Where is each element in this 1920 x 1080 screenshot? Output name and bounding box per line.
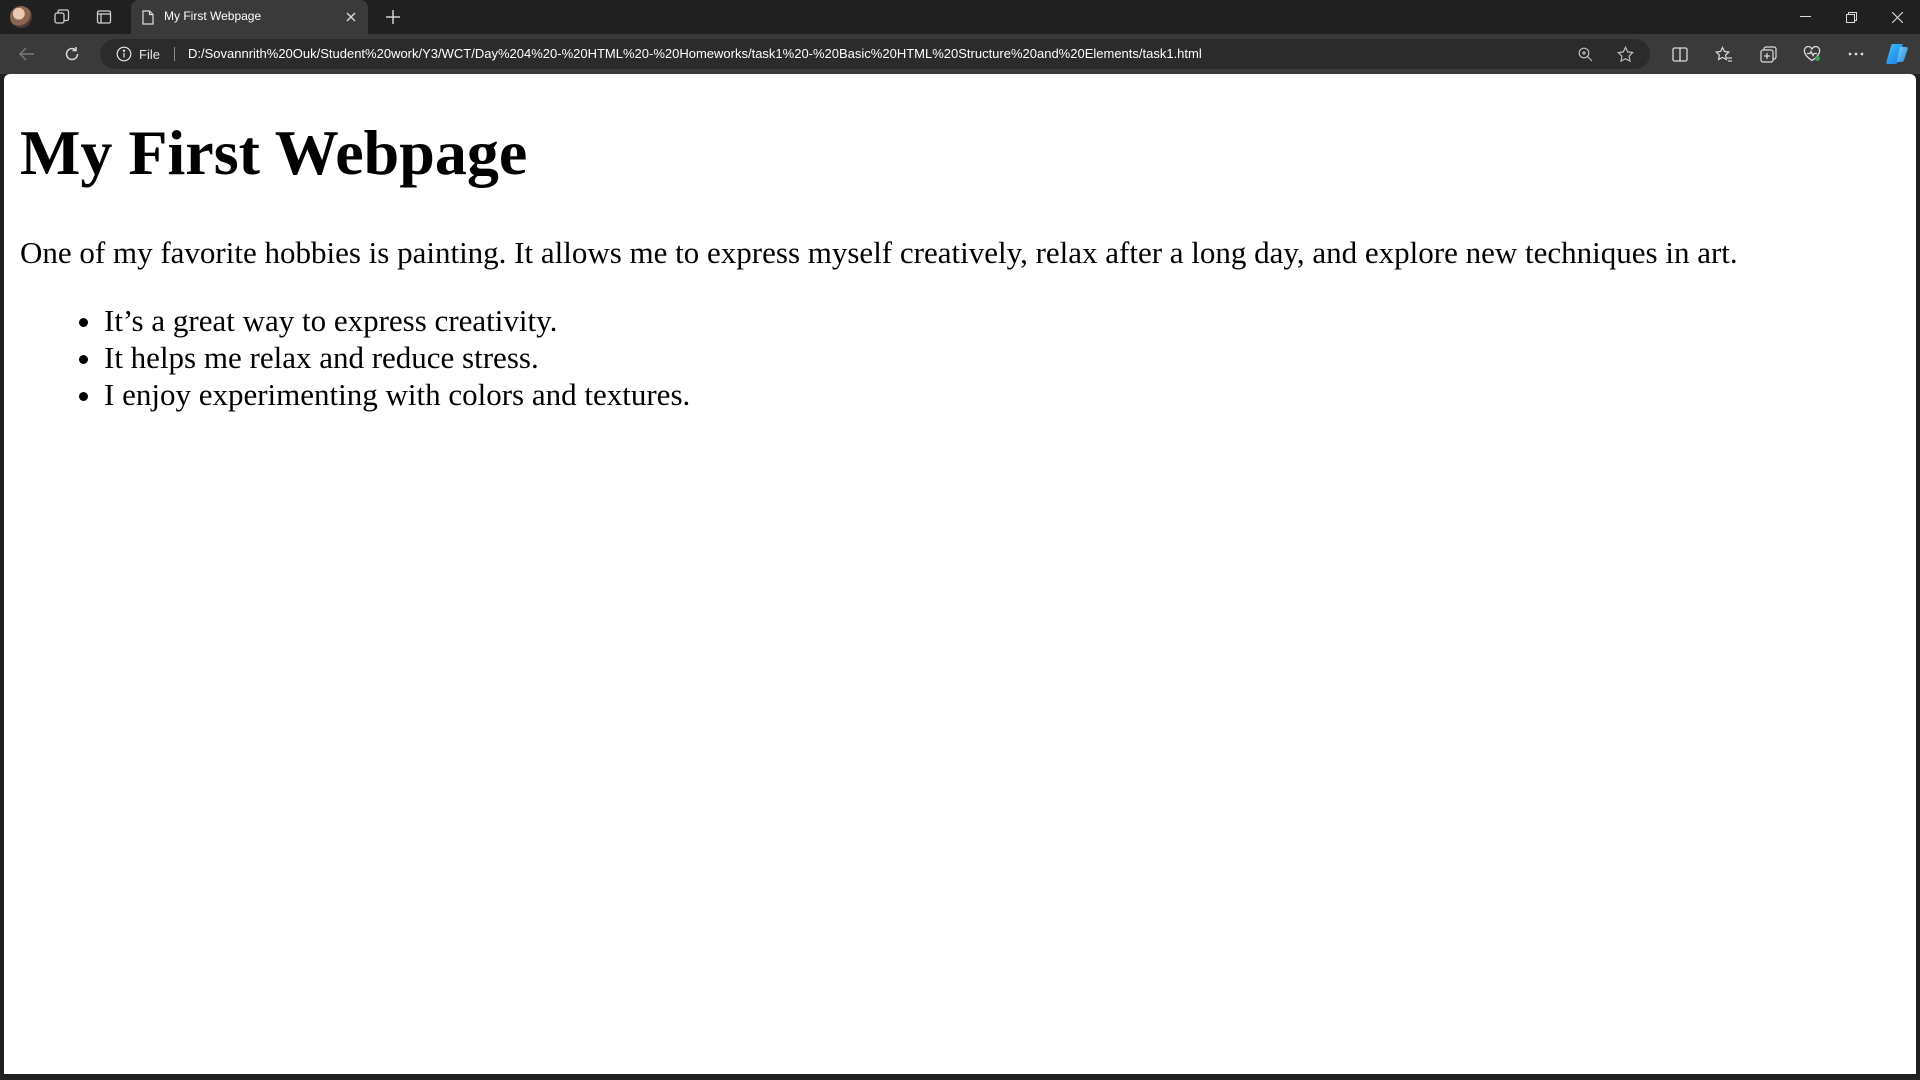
address-separator <box>174 47 175 61</box>
split-screen-icon[interactable] <box>1670 44 1690 64</box>
url-text[interactable]: D:/Sovannrith%20Ouk/Student%20work/Y3/WC… <box>188 46 1202 61</box>
favorite-star-icon[interactable] <box>1616 45 1634 63</box>
hobby-paragraph: One of my favorite hobbies is painting. … <box>20 235 1738 270</box>
collections-icon[interactable] <box>1758 44 1778 64</box>
workspaces-icon[interactable] <box>52 7 72 27</box>
restore-button[interactable] <box>1828 0 1874 34</box>
list-item: I enjoy experimenting with colors and te… <box>104 376 690 413</box>
browser-essentials-icon[interactable] <box>1802 44 1822 64</box>
copilot-icon[interactable] <box>1885 43 1909 65</box>
vertical-tabs-icon[interactable] <box>94 7 114 27</box>
profile-avatar[interactable] <box>10 6 32 28</box>
list-item: It helps me relax and reduce stress. <box>104 339 690 376</box>
close-window-button[interactable] <box>1874 0 1920 34</box>
refresh-button[interactable] <box>61 43 83 65</box>
more-options-icon[interactable] <box>1846 44 1866 64</box>
favorites-icon[interactable] <box>1714 44 1734 64</box>
list-item: It’s a great way to express creativity. <box>104 302 690 339</box>
hobby-reasons-list: It’s a great way to express creativity. … <box>20 302 690 413</box>
new-tab-button[interactable] <box>382 6 404 28</box>
page-viewport: My First Webpage One of my favorite hobb… <box>4 74 1916 1074</box>
tab-title: My First Webpage <box>164 9 262 23</box>
window-bottom-edge <box>0 1074 1920 1080</box>
site-info-label: File <box>139 46 160 62</box>
minimize-button[interactable] <box>1782 0 1828 34</box>
tab-my-first-webpage[interactable]: My First Webpage <box>131 0 368 34</box>
site-info-button[interactable]: File <box>116 45 160 63</box>
address-bar[interactable]: File D:/Sovannrith%20Ouk/Student%20work/… <box>100 39 1650 69</box>
title-bar: My First Webpage <box>0 0 1920 34</box>
zoom-icon[interactable] <box>1576 45 1594 63</box>
navigation-toolbar: File D:/Sovannrith%20Ouk/Student%20work/… <box>0 34 1920 74</box>
page-heading: My First Webpage <box>20 117 528 188</box>
info-icon <box>116 46 132 62</box>
back-button[interactable] <box>16 43 38 65</box>
close-tab-icon[interactable] <box>342 8 360 26</box>
page-icon <box>139 8 157 26</box>
